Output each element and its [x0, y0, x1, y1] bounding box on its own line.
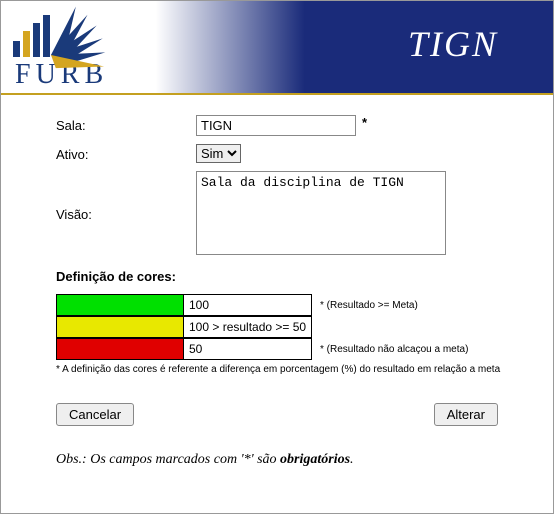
colors-footnote: * A definição das cores é referente a di… [56, 364, 508, 375]
color-row-green: * (Resultado >= Meta) [56, 294, 508, 316]
color-note-red: * (Resultado não alcaçou a meta) [320, 344, 468, 355]
color-swatch-yellow [56, 316, 184, 338]
button-row: Cancelar Alterar [56, 403, 508, 426]
color-swatch-green [56, 294, 184, 316]
sala-label: Sala: [56, 115, 196, 136]
app-title: TIGN [408, 23, 498, 65]
sala-input[interactable] [196, 115, 356, 136]
obs-prefix: Obs.: Os campos marcados com '*' são [56, 452, 280, 467]
visao-label: Visão: [56, 204, 196, 222]
visao-textarea[interactable]: Sala da disciplina de TIGN [196, 171, 446, 255]
color-input-yellow[interactable] [184, 316, 312, 338]
color-input-red[interactable] [184, 338, 312, 360]
form-content: Sala: * Ativo: Sim Visão: Sala da discip… [1, 95, 553, 478]
required-mark: * [362, 115, 367, 136]
logo-graphic-icon [15, 7, 145, 57]
color-note-green: * (Resultado >= Meta) [320, 300, 418, 311]
color-swatch-red [56, 338, 184, 360]
colors-section-title: Definição de cores: [56, 269, 508, 284]
app-header: FURB TIGN [1, 1, 553, 95]
alter-button[interactable]: Alterar [434, 403, 498, 426]
obs-note: Obs.: Os campos marcados com '*' são obr… [56, 452, 508, 468]
obs-suffix: . [350, 452, 354, 467]
obs-strong: obrigatórios [280, 452, 350, 467]
ativo-select[interactable]: Sim [196, 144, 241, 163]
ativo-label: Ativo: [56, 144, 196, 163]
cancel-button[interactable]: Cancelar [56, 403, 134, 426]
color-row-red: * (Resultado não alcaçou a meta) [56, 338, 508, 360]
furb-logo: FURB [15, 7, 145, 87]
color-row-yellow [56, 316, 508, 338]
color-input-green[interactable] [184, 294, 312, 316]
